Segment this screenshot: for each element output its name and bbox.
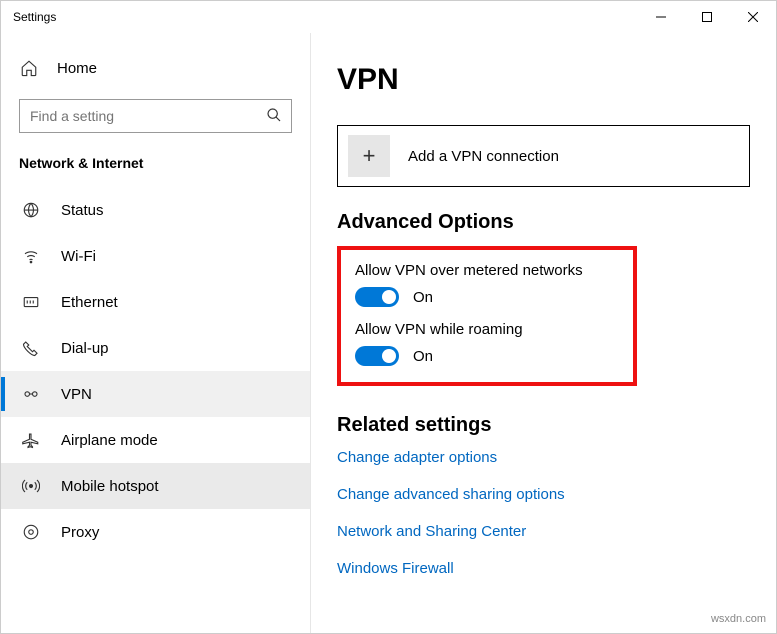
sidebar-item-status[interactable]: Status bbox=[1, 187, 310, 233]
search-wrap bbox=[19, 99, 292, 133]
sidebar-item-label: Status bbox=[61, 202, 104, 219]
link-network-center[interactable]: Network and Sharing Center bbox=[337, 523, 750, 540]
sidebar-item-label: Dial-up bbox=[61, 340, 109, 357]
window-title: Settings bbox=[13, 10, 56, 24]
plus-icon: + bbox=[348, 135, 390, 177]
add-vpn-button[interactable]: + Add a VPN connection bbox=[337, 125, 750, 187]
maximize-button[interactable] bbox=[684, 1, 730, 33]
sidebar-item-airplane[interactable]: Airplane mode bbox=[1, 417, 310, 463]
page-title: VPN bbox=[337, 63, 750, 97]
minimize-button[interactable] bbox=[638, 1, 684, 33]
toggle-roaming: Allow VPN while roaming On bbox=[355, 321, 619, 366]
proxy-icon bbox=[21, 523, 41, 541]
link-windows-firewall[interactable]: Windows Firewall bbox=[337, 560, 750, 577]
link-sharing-options[interactable]: Change advanced sharing options bbox=[337, 486, 750, 503]
toggle-roaming-switch[interactable] bbox=[355, 346, 399, 366]
home-icon bbox=[19, 59, 39, 77]
home-label: Home bbox=[57, 60, 97, 77]
search-icon bbox=[266, 107, 282, 128]
highlight-box: Allow VPN over metered networks On Allow… bbox=[337, 246, 637, 386]
sidebar-item-label: VPN bbox=[61, 386, 92, 403]
home-nav[interactable]: Home bbox=[1, 53, 310, 99]
toggle-roaming-state: On bbox=[413, 348, 433, 365]
sidebar-item-label: Wi-Fi bbox=[61, 248, 96, 265]
sidebar-item-label: Mobile hotspot bbox=[61, 478, 159, 495]
toggle-metered-switch[interactable] bbox=[355, 287, 399, 307]
status-icon bbox=[21, 201, 41, 219]
toggle-metered-label: Allow VPN over metered networks bbox=[355, 262, 619, 279]
sidebar-item-hotspot[interactable]: Mobile hotspot bbox=[1, 463, 310, 509]
wifi-icon bbox=[21, 247, 41, 265]
dialup-icon bbox=[21, 339, 41, 357]
ethernet-icon bbox=[21, 293, 41, 311]
toggle-metered: Allow VPN over metered networks On bbox=[355, 262, 619, 307]
toggle-metered-state: On bbox=[413, 289, 433, 306]
sidebar: Home Network & Internet Status Wi-Fi Eth… bbox=[1, 33, 311, 633]
sidebar-item-vpn[interactable]: VPN bbox=[1, 371, 310, 417]
advanced-options-heading: Advanced Options bbox=[337, 211, 750, 234]
hotspot-icon bbox=[21, 477, 41, 495]
add-vpn-label: Add a VPN connection bbox=[408, 148, 559, 165]
sidebar-item-dialup[interactable]: Dial-up bbox=[1, 325, 310, 371]
watermark: wsxdn.com bbox=[711, 613, 766, 625]
sidebar-item-label: Proxy bbox=[61, 524, 99, 541]
search-input[interactable] bbox=[19, 99, 292, 133]
sidebar-item-label: Airplane mode bbox=[61, 432, 158, 449]
main-content: VPN + Add a VPN connection Advanced Opti… bbox=[311, 33, 776, 633]
sidebar-item-wifi[interactable]: Wi-Fi bbox=[1, 233, 310, 279]
close-button[interactable] bbox=[730, 1, 776, 33]
sidebar-item-proxy[interactable]: Proxy bbox=[1, 509, 310, 555]
sidebar-section-label: Network & Internet bbox=[1, 155, 310, 187]
titlebar: Settings bbox=[1, 1, 776, 33]
toggle-roaming-label: Allow VPN while roaming bbox=[355, 321, 619, 338]
window-controls bbox=[638, 1, 776, 33]
sidebar-item-ethernet[interactable]: Ethernet bbox=[1, 279, 310, 325]
vpn-icon bbox=[21, 385, 41, 403]
related-settings-heading: Related settings bbox=[337, 414, 750, 437]
airplane-icon bbox=[21, 431, 41, 449]
sidebar-item-label: Ethernet bbox=[61, 294, 118, 311]
link-adapter-options[interactable]: Change adapter options bbox=[337, 449, 750, 466]
